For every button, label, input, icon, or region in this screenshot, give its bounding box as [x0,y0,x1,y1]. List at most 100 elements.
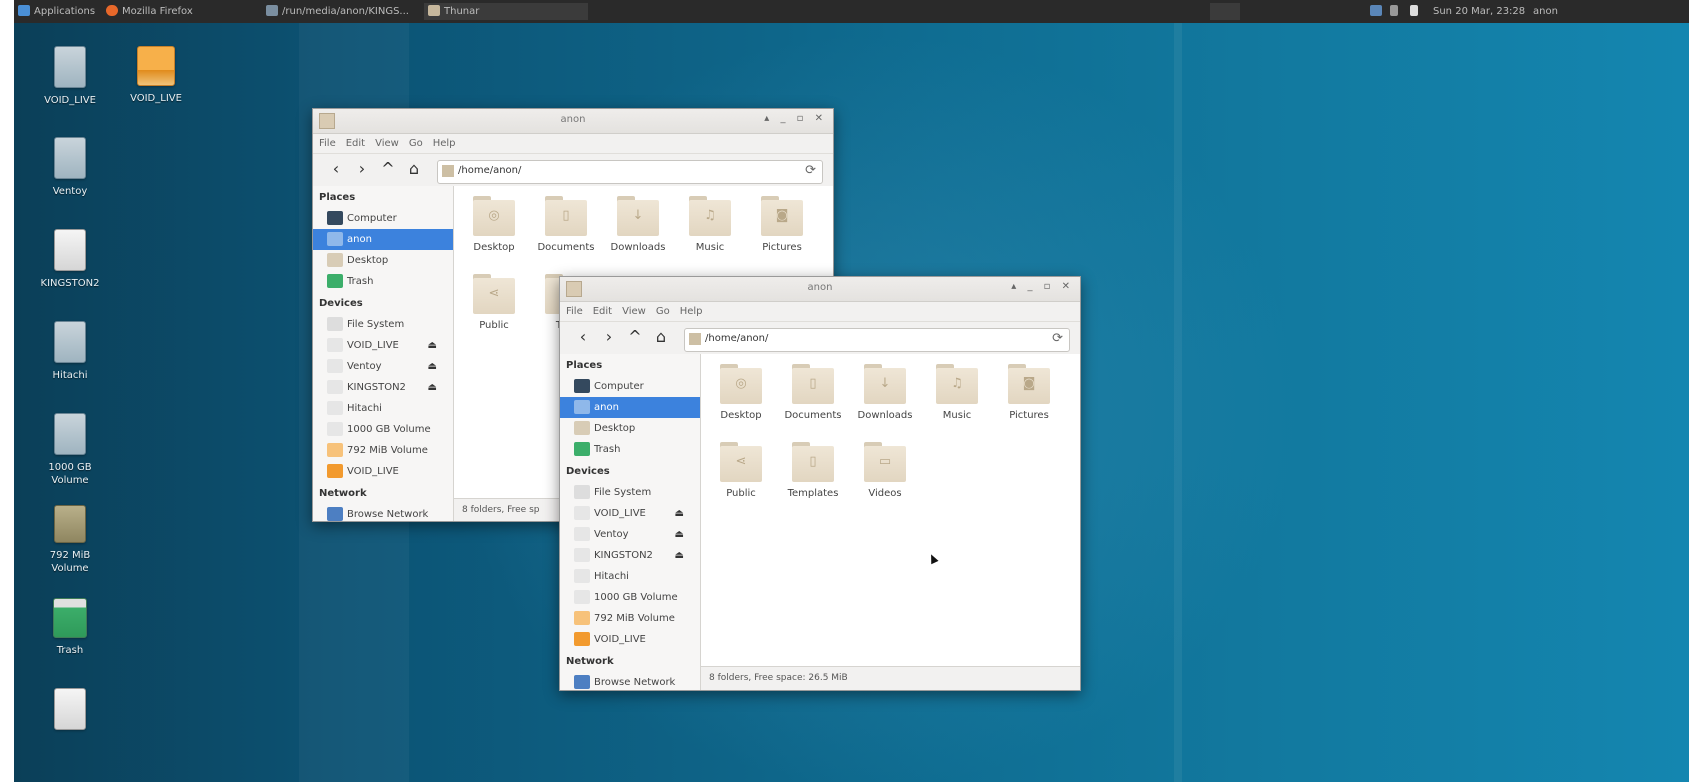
menu-file[interactable]: File [319,138,336,149]
up-button[interactable]: ^ [626,328,644,346]
sidebar-item-hitachi[interactable]: Hitachi [313,398,453,419]
desktop-icon-void-live[interactable]: VOID_LIVE [30,46,110,107]
sidebar-item-void-live-2[interactable]: VOID_LIVE [313,461,453,482]
folder-desktop[interactable]: ◎ Desktop [703,364,779,421]
section-network: Network [566,656,614,667]
folder-music[interactable]: ♫ Music [919,364,995,421]
forward-button[interactable]: › [353,160,371,178]
task-firefox[interactable]: Mozilla Firefox [102,3,197,20]
sidebar-item-792mib[interactable]: 792 MiB Volume [560,608,700,629]
folder-videos[interactable]: ▭ Videos [847,442,923,499]
sidebar-item-1000gb[interactable]: 1000 GB Volume [560,587,700,608]
sidebar-item-void-live[interactable]: VOID_LIVE ⏏ [560,503,700,524]
trash-icon [53,598,87,638]
menu-edit[interactable]: Edit [593,306,612,317]
desktop-icon-void-live-2[interactable]: VOID_LIVE [116,46,196,105]
network-icon [574,675,590,689]
sidebar-item-ventoy[interactable]: Ventoy ⏏ [313,356,453,377]
sidebar-item-trash[interactable]: Trash [313,271,453,292]
sidebar-item-ventoy[interactable]: Ventoy ⏏ [560,524,700,545]
desktop-icon-trash[interactable]: Trash [30,598,110,657]
folder-downloads[interactable]: ↓ Downloads [847,364,923,421]
sidebar-item-file-system[interactable]: File System [313,314,453,335]
sidebar-item-kingston2[interactable]: KINGSTON2 ⏏ [313,377,453,398]
desktop-icon-drive[interactable] [30,688,110,730]
desktop-icon-1000gb[interactable]: 1000 GB Volume [30,413,110,487]
sidebar-item-computer[interactable]: Computer [560,376,700,397]
sidebar-item-void-live[interactable]: VOID_LIVE ⏏ [313,335,453,356]
back-button[interactable]: ‹ [574,328,592,346]
eject-icon[interactable]: ⏏ [428,356,437,377]
title-bar[interactable]: anon ▴ _ ▫ ✕ [560,277,1080,302]
eject-icon[interactable]: ⏏ [428,335,437,356]
window-controls[interactable]: ▴ _ ▫ ✕ [1011,281,1074,292]
home-button[interactable]: ⌂ [405,160,423,178]
sidebar-item-792mib[interactable]: 792 MiB Volume [313,440,453,461]
sidebar-item-browse-network[interactable]: Browse Network [313,504,453,521]
menu-go[interactable]: Go [656,306,670,317]
applications-menu-button[interactable]: Applications [14,3,99,20]
folder-downloads[interactable]: ↓ Downloads [600,196,676,253]
folder-templates[interactable]: ▯ Templates [775,442,851,499]
sidebar-item-desktop[interactable]: Desktop [313,250,453,271]
folder-music[interactable]: ♫ Music [672,196,748,253]
sidebar-item-anon[interactable]: anon [560,397,700,418]
sidebar-item-trash[interactable]: Trash [560,439,700,460]
sidebar-item-anon[interactable]: anon [313,229,453,250]
task-kingston-window[interactable]: /run/media/anon/KINGS... [262,3,413,20]
folder-pictures[interactable]: ◙ Pictures [991,364,1067,421]
battery-tray-icon[interactable] [1386,3,1406,20]
reload-icon[interactable]: ⟳ [805,163,816,178]
desktop-icon-hitachi[interactable]: Hitachi [30,321,110,382]
drive-icon [327,359,343,373]
status-bar: 8 folders, Free space: 26.5 MiB [701,666,1080,689]
volume-tray-icon[interactable] [1406,3,1426,20]
file-manager-window-front[interactable]: anon ▴ _ ▫ ✕ File Edit View Go Help ‹ › ^ ⌂ … [559,276,1081,691]
window-controls[interactable]: ▴ _ ▫ ✕ [764,113,827,124]
sidebar-item-browse-network[interactable]: Browse Network [560,672,700,690]
desktop-icon-792mib[interactable]: 792 MiB Volume [30,505,110,575]
home-button[interactable]: ⌂ [652,328,670,346]
folder-public[interactable]: ⋖ Public [456,274,532,331]
title-bar[interactable]: anon ▴ _ ▫ ✕ [313,109,833,134]
menu-go[interactable]: Go [409,138,423,149]
folder-public[interactable]: ⋖ Public [703,442,779,499]
menu-view[interactable]: View [622,306,646,317]
sidebar-item-kingston2[interactable]: KINGSTON2 ⏏ [560,545,700,566]
location-bar[interactable]: /home/anon/ ⟳ [684,328,1070,352]
sidebar-item-computer[interactable]: Computer [313,208,453,229]
desktop-icon-ventoy[interactable]: Ventoy [30,137,110,198]
eject-icon[interactable]: ⏏ [428,377,437,398]
clock[interactable]: Sun 20 Mar, 23:28 [1429,3,1529,20]
menu-help[interactable]: Help [433,138,456,149]
task-thunar[interactable]: Thunar [424,3,588,20]
sidebar-item-void-live-2[interactable]: VOID_LIVE [560,629,700,650]
location-bar[interactable]: /home/anon/ ⟳ [437,160,823,184]
eject-icon[interactable]: ⏏ [675,545,684,566]
folder-documents[interactable]: ▯ Documents [528,196,604,253]
reload-icon[interactable]: ⟳ [1052,331,1063,346]
menu-help[interactable]: Help [680,306,703,317]
up-button[interactable]: ^ [379,160,397,178]
menu-edit[interactable]: Edit [346,138,365,149]
desktop-icon-kingston2[interactable]: KINGSTON2 [30,229,110,290]
drive-icon [327,464,343,478]
back-button[interactable]: ‹ [327,160,345,178]
drive-icon [574,548,590,562]
folder-documents[interactable]: ▯ Documents [775,364,851,421]
menu-view[interactable]: View [375,138,399,149]
sidebar-item-1000gb[interactable]: 1000 GB Volume [313,419,453,440]
folder-desktop[interactable]: ◎ Desktop [456,196,532,253]
menu-file[interactable]: File [566,306,583,317]
folder-pictures[interactable]: ◙ Pictures [744,196,820,253]
sidebar-item-file-system[interactable]: File System [560,482,700,503]
sidebar-item-desktop[interactable]: Desktop [560,418,700,439]
user-menu[interactable]: anon [1529,3,1562,20]
eject-icon[interactable]: ⏏ [675,503,684,524]
sidebar-item-hitachi[interactable]: Hitachi [560,566,700,587]
section-places: Places [319,192,356,203]
eject-icon[interactable]: ⏏ [675,524,684,545]
workspace-switcher[interactable] [1210,3,1240,20]
file-view[interactable]: ◎ Desktop ▯ Documents ↓ Downloads ♫ Music ◙ P… [701,354,1080,666]
forward-button[interactable]: › [600,328,618,346]
